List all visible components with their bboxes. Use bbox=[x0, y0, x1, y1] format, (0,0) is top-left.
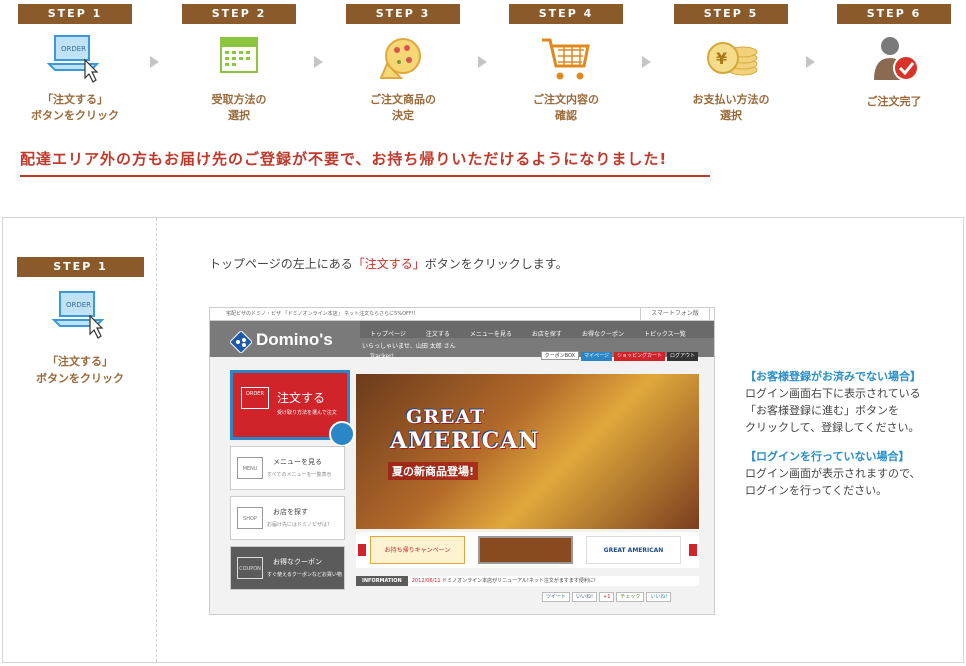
check-button[interactable]: チェック bbox=[616, 592, 645, 602]
step-6: STEP 6 ご注文完了 bbox=[837, 4, 951, 110]
step-badge: STEP 6 bbox=[837, 4, 951, 24]
order-laptop-icon: ORDER bbox=[50, 290, 110, 346]
note-body-not-logged-in: ログイン画面が表示されますので、 ログインを行ってください。 bbox=[745, 467, 921, 497]
step-badge: STEP 5 bbox=[674, 4, 788, 24]
step-5: STEP 5 ¥ お支払い方法の 選択 bbox=[674, 4, 788, 124]
calendar-icon bbox=[209, 34, 269, 86]
pickup-notice-headline: 配達エリア外の方もお届け先のご登録が不要で、お持ち帰りいただけるようになりました… bbox=[20, 148, 710, 177]
step-arrow-icon bbox=[314, 56, 323, 68]
hand-cursor-icon bbox=[329, 421, 355, 447]
pizza-icon bbox=[373, 34, 433, 86]
step-label: 「注文する」 ボタンをクリック bbox=[36, 355, 124, 385]
banner-thumbnails: お持ち帰りキャンペーン GREAT AMERICAN bbox=[356, 532, 699, 568]
like-button[interactable]: いいね! bbox=[572, 592, 598, 602]
yen-coins-icon: ¥ bbox=[701, 34, 761, 86]
order-steps: STEP 1 ORDER 「注文する」 ボタンをクリック STEP 2 受取方法… bbox=[0, 0, 966, 130]
step-arrow-icon bbox=[478, 56, 487, 68]
step-badge: STEP 3 bbox=[346, 4, 460, 24]
step-2: STEP 2 受取方法の 選択 bbox=[182, 4, 296, 124]
site-mini-buttons: クーポンBOX マイページ ショッピングカート ログアウト bbox=[539, 342, 698, 361]
step-detail-panel: STEP 1 ORDER 「注文する」 ボタンをクリック トップページの左上にある… bbox=[2, 217, 964, 663]
step-detail-sidebar: STEP 1 ORDER 「注文する」 ボタンをクリック bbox=[3, 218, 157, 662]
menu-button[interactable]: MENU メニューを見る すべてのメニューを一覧表示 bbox=[230, 446, 345, 490]
help-notes: 【お客様登録がお済みでない場合】 ログイン画面右下に表示されている 「お客様登録… bbox=[745, 368, 955, 511]
step-badge: STEP 1 bbox=[18, 4, 132, 24]
user-check-icon bbox=[864, 34, 924, 86]
instruction-text: トップページの左上にある「注文する」ボタンをクリックします。 bbox=[209, 257, 568, 271]
step-3: STEP 3 ご注文商品の 決定 bbox=[346, 4, 460, 124]
shop-search-button[interactable]: SHOP お店を探す お届け先にはドミノピザは? bbox=[230, 496, 345, 540]
smartphone-tab: スマートフォン版 bbox=[640, 308, 710, 321]
step-label: お支払い方法の 選択 bbox=[692, 93, 770, 122]
shop-icon: SHOP bbox=[237, 507, 263, 529]
step-4: STEP 4 ご注文内容の 確認 bbox=[509, 4, 623, 124]
site-screenshot: 宅配ピザのドミノ・ピザ 「ドミノオンライン本店」 ネット注文ならさらに5%OFF… bbox=[209, 307, 715, 615]
step-label: ご注文完了 bbox=[866, 95, 922, 108]
information-bar: INFORMATION 2012/06/11 ドミノオンライン本店がリニューアル!… bbox=[356, 576, 699, 586]
order-button[interactable]: ORDER 注文する 受け取り方法を選んで注文 bbox=[230, 370, 355, 447]
like-button-2[interactable]: いいね! bbox=[646, 592, 672, 602]
social-buttons: ツイート いいね! +1 チェック いいね! bbox=[540, 592, 672, 602]
order-laptop-icon: ORDER bbox=[45, 34, 105, 86]
thumb-great-american[interactable]: GREAT AMERICAN bbox=[586, 536, 681, 564]
plus-one-button[interactable]: +1 bbox=[599, 592, 615, 602]
svg-text:ORDER: ORDER bbox=[66, 301, 91, 309]
step-arrow-icon bbox=[642, 56, 651, 68]
site-left-menu: ORDER 注文する 受け取り方法を選んで注文 MENU メニューを見る すべて… bbox=[230, 370, 355, 590]
step-badge: STEP 4 bbox=[509, 4, 623, 24]
welcome-text: いらっしゃいませ、山田 太郎 さん bbox=[362, 343, 456, 350]
order-icon: ORDER bbox=[241, 387, 269, 409]
note-title-unregistered: 【お客様登録がお済みでない場合】 bbox=[745, 370, 921, 383]
coupon-icon: COUPON bbox=[237, 557, 263, 579]
step-arrow-icon bbox=[150, 56, 159, 68]
thumb-campaign[interactable]: お持ち帰りキャンペーン bbox=[370, 536, 465, 564]
svg-text:¥: ¥ bbox=[716, 49, 727, 68]
menu-icon: MENU bbox=[237, 457, 263, 479]
step-label: 「注文する」 ボタンをクリック bbox=[31, 93, 119, 122]
hero-banner[interactable]: GREAT AMERICAN 夏の新商品登場! bbox=[356, 374, 699, 529]
shopping-cart-icon bbox=[536, 34, 596, 86]
step-arrow-icon bbox=[806, 56, 815, 68]
step-label: ご注文商品の 決定 bbox=[370, 93, 436, 122]
step-label: 受取方法の 選択 bbox=[211, 93, 267, 122]
note-body-unregistered: ログイン画面右下に表示されている 「お客様登録に進む」ボタンを クリックして、登… bbox=[745, 387, 921, 434]
dominos-logo: Domino's bbox=[230, 327, 358, 355]
svg-text:ORDER: ORDER bbox=[61, 45, 86, 53]
step-badge: STEP 2 bbox=[182, 4, 296, 24]
note-title-not-logged-in: 【ログインを行っていない場合】 bbox=[745, 450, 910, 463]
site-global-nav: トップページ 注文する メニューを見る お店を探す お得なクーポン トピックス一覧Trac… bbox=[360, 321, 714, 360]
site-top-bar: 宅配ピザのドミノ・ピザ 「ドミノオンライン本店」 ネット注文ならさらに5%OFF… bbox=[210, 308, 714, 321]
step-badge: STEP 1 bbox=[17, 257, 144, 277]
step-1: STEP 1 ORDER 「注文する」 ボタンをクリック bbox=[18, 4, 132, 124]
next-arrow-icon[interactable] bbox=[689, 544, 697, 556]
step-label: ご注文内容の 確認 bbox=[533, 93, 599, 122]
site-header: トップページ 注文する メニューを見る お店を探す お得なクーポン トピックス一覧Trac… bbox=[210, 321, 714, 361]
coupon-button[interactable]: COUPON お得なクーポン すぐ使えるクーポンなどお買い物 bbox=[230, 546, 345, 590]
prev-arrow-icon[interactable] bbox=[358, 544, 366, 556]
thumb-pizza[interactable] bbox=[478, 536, 573, 564]
tweet-button[interactable]: ツイート bbox=[542, 592, 571, 602]
